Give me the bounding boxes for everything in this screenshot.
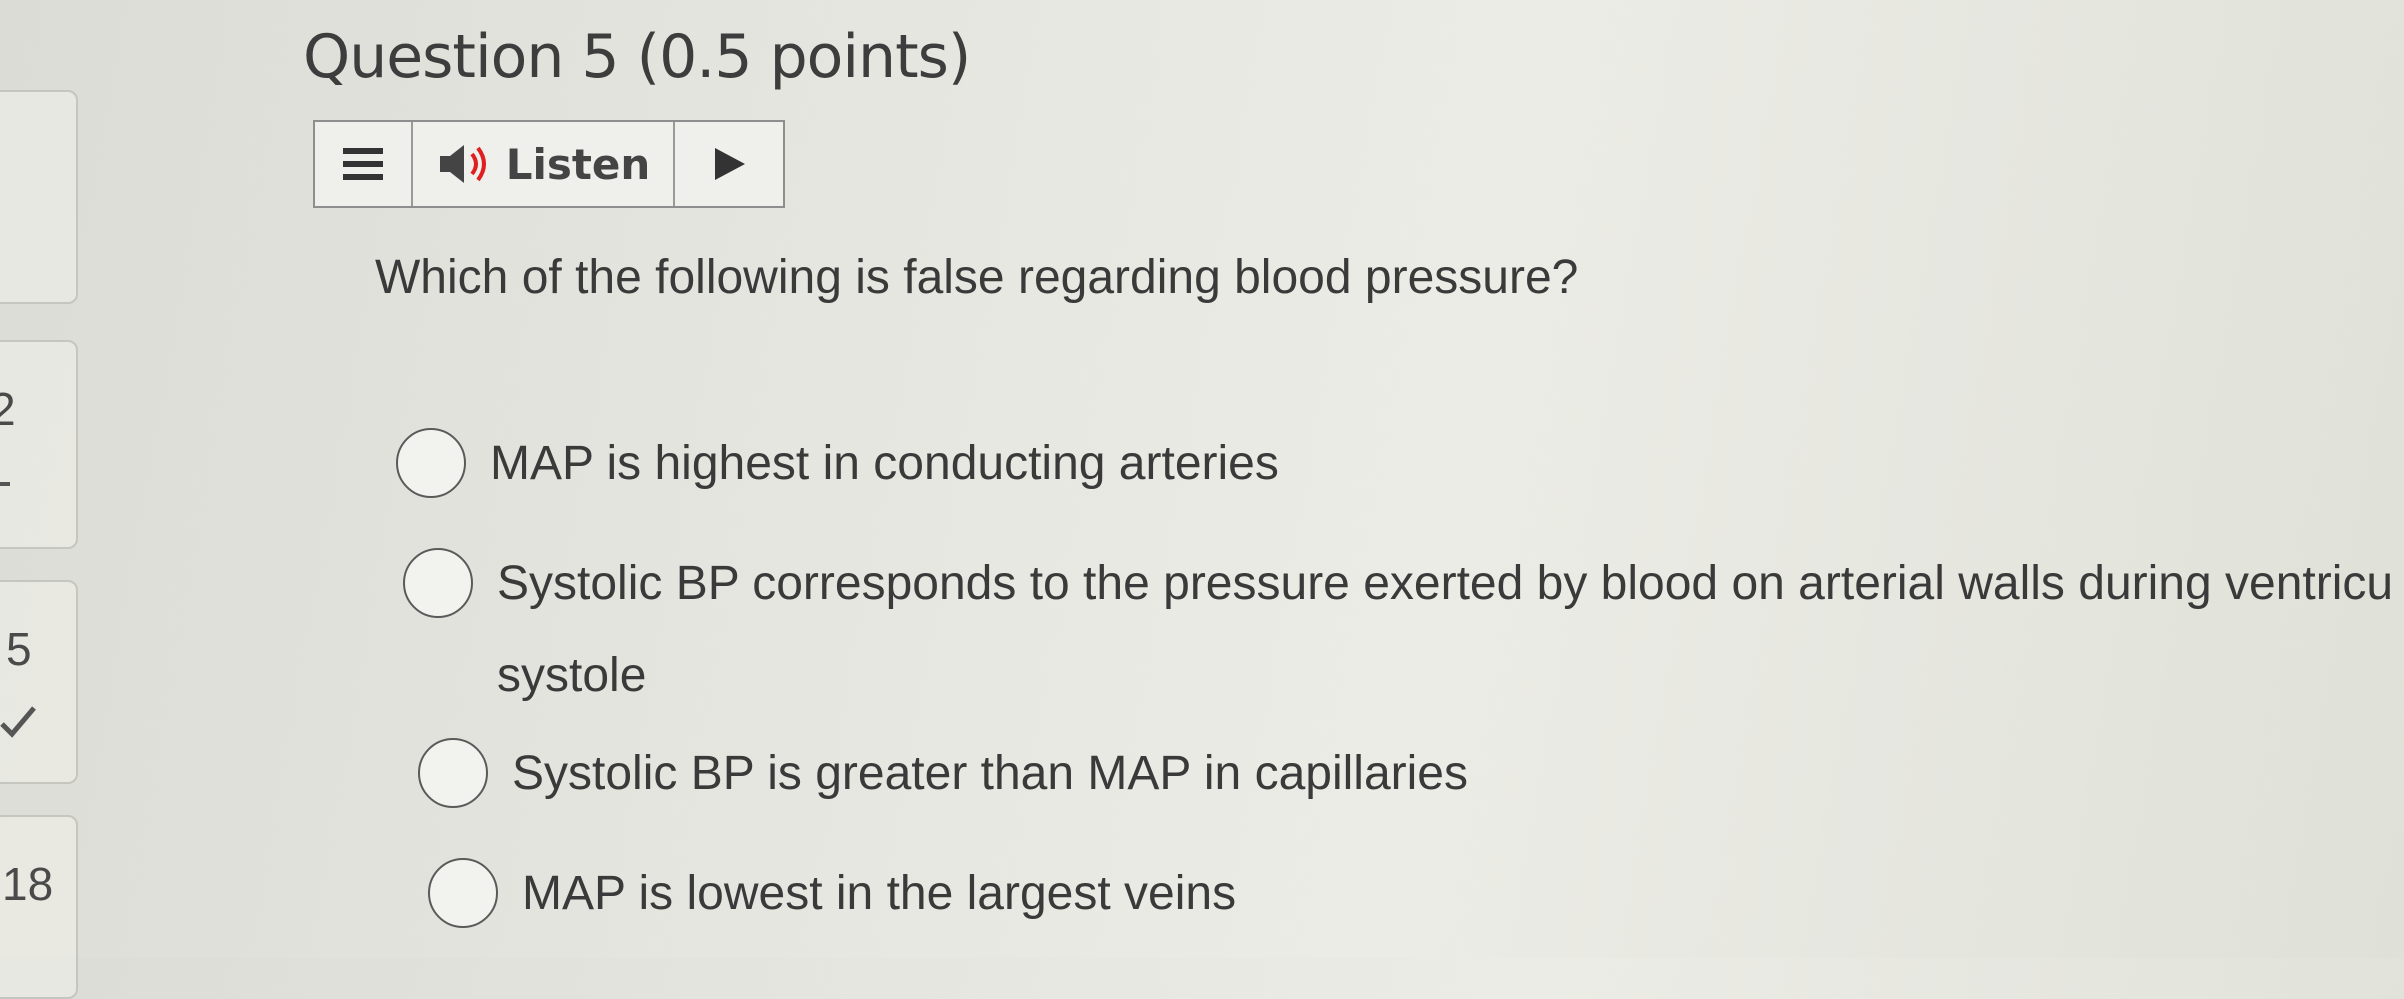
play-icon — [715, 148, 745, 180]
radio-button[interactable] — [403, 548, 473, 618]
nav-card[interactable]: 18 — [0, 815, 78, 999]
question-title: Question 5 (0.5 points) — [303, 22, 971, 92]
answer-option-text: Systolic BP corresponds to the pressure … — [497, 557, 2394, 610]
answer-option[interactable]: Systolic BP corresponds to the pressure … — [403, 548, 2393, 724]
radio-button[interactable] — [396, 428, 466, 498]
radio-button[interactable] — [428, 858, 498, 928]
menu-button[interactable] — [315, 122, 413, 206]
answer-option[interactable]: MAP is highest in conducting arteries — [396, 428, 1279, 512]
answer-option-text: MAP is highest in conducting arteries — [490, 437, 1279, 490]
listen-label: Listen — [505, 139, 651, 189]
question-prompt: Which of the following is false regardin… — [375, 251, 1579, 304]
answer-option[interactable]: MAP is lowest in the largest veins — [428, 858, 1236, 942]
nav-item-number: 18 — [2, 858, 54, 910]
nav-card[interactable]: 5 — [0, 580, 78, 784]
nav-item-number: 2 — [0, 383, 16, 435]
radio-button[interactable] — [418, 738, 488, 808]
answer-option[interactable]: Systolic BP is greater than MAP in capil… — [418, 738, 1468, 822]
question-nav-panel: 2 5 18 — [0, 0, 90, 999]
menu-icon — [343, 148, 383, 180]
nav-card[interactable]: 2 — [0, 340, 78, 549]
answer-option-text: Systolic BP is greater than MAP in capil… — [512, 747, 1468, 800]
answer-option-text: MAP is lowest in the largest veins — [522, 867, 1237, 920]
listen-toolbar: Listen — [313, 120, 785, 208]
play-button[interactable] — [675, 122, 783, 206]
nav-item-number: 5 — [6, 623, 32, 675]
nav-card[interactable] — [0, 90, 78, 304]
checkmark-icon — [0, 706, 36, 738]
speaker-icon — [439, 145, 486, 183]
dash-icon — [0, 482, 10, 486]
answer-option-text-continued: systole — [497, 649, 647, 702]
listen-button[interactable]: Listen — [413, 122, 675, 206]
